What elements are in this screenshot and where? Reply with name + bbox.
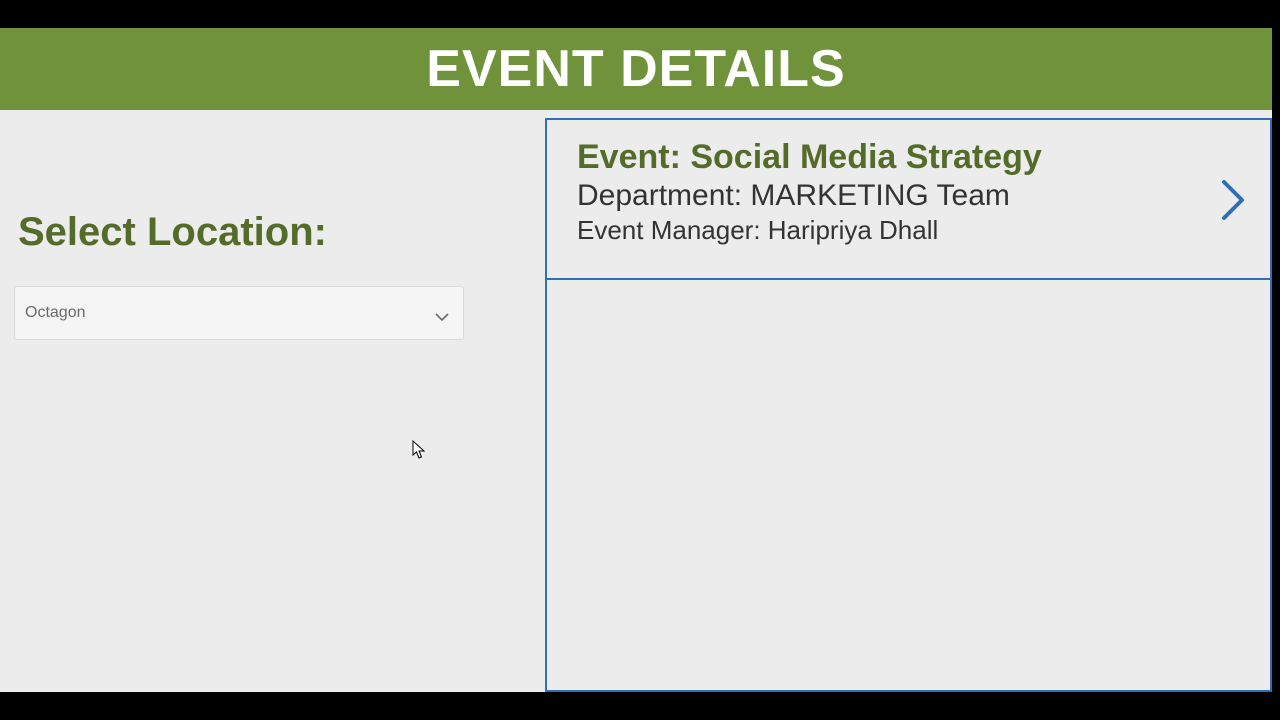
department-value: MARKETING Team bbox=[750, 179, 1010, 212]
event-title-line: Event: Social Media Strategy bbox=[577, 138, 1190, 177]
event-card[interactable]: Event: Social Media Strategy Department:… bbox=[547, 120, 1270, 280]
left-pane: Select Location: Octagon bbox=[0, 110, 545, 692]
event-manager-line: Event Manager: Haripriya Dhall bbox=[577, 215, 1190, 246]
page-title: EVENT DETAILS bbox=[426, 39, 845, 99]
manager-value: Haripriya Dhall bbox=[768, 215, 939, 245]
chevron-down-icon bbox=[435, 309, 449, 318]
manager-prefix: Event Manager: bbox=[577, 215, 768, 245]
right-pane: Event: Social Media Strategy Department:… bbox=[545, 118, 1272, 692]
app-stage: EVENT DETAILS Select Location: Octagon E… bbox=[0, 28, 1272, 692]
chevron-right-icon[interactable] bbox=[1218, 178, 1248, 222]
event-department-line: Department: MARKETING Team bbox=[577, 179, 1190, 213]
select-location-label: Select Location: bbox=[18, 210, 327, 255]
department-prefix: Department: bbox=[577, 179, 750, 212]
event-name: Social Media Strategy bbox=[690, 138, 1041, 176]
event-prefix: Event: bbox=[577, 138, 690, 176]
location-dropdown-value: Octagon bbox=[25, 304, 85, 322]
header-bar: EVENT DETAILS bbox=[0, 28, 1272, 110]
location-dropdown[interactable]: Octagon bbox=[14, 286, 464, 340]
